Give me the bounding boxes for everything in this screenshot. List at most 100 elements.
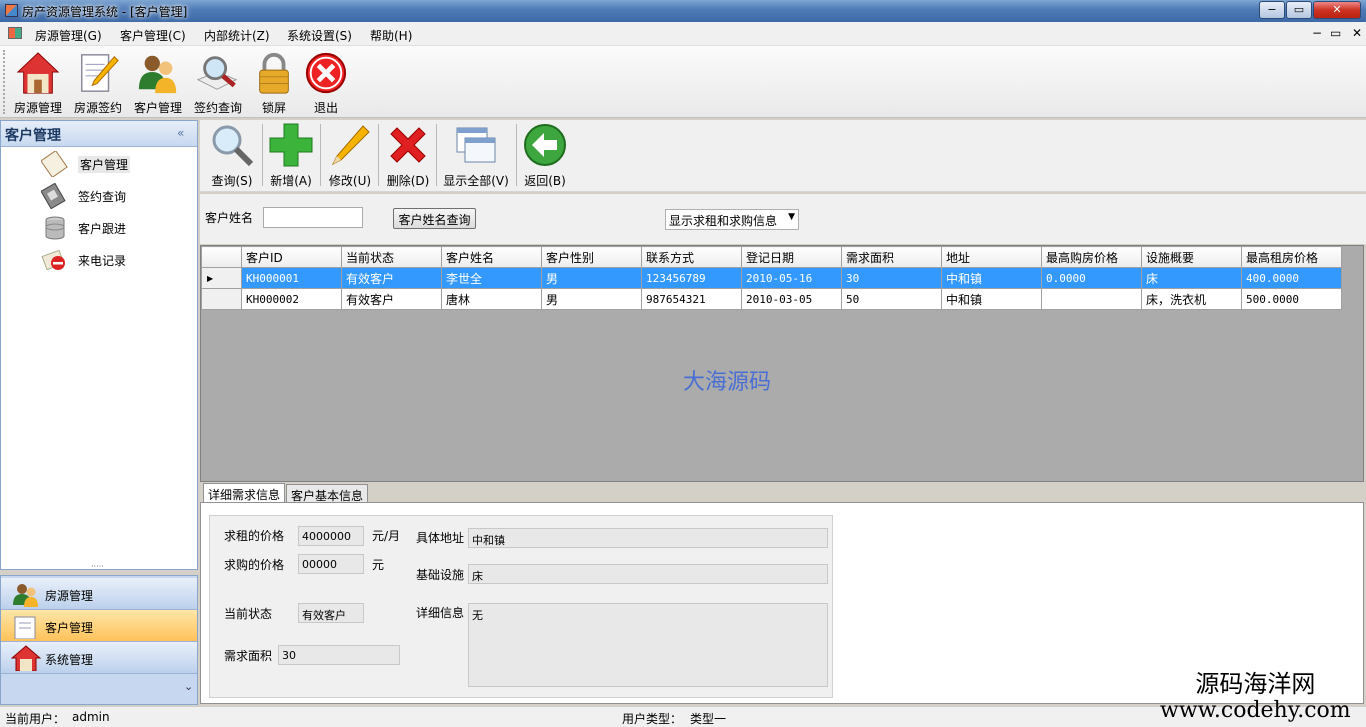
menu-customer[interactable]: 客户管理(C) [120,27,186,44]
collapse-icon[interactable]: « [177,126,184,140]
house-icon [10,645,42,672]
column-header[interactable]: 最高购房价格 [1041,246,1142,268]
splitter-grip[interactable]: ····· [91,563,104,571]
back-button[interactable]: 返回(B) [520,122,570,188]
house-sign-button[interactable]: 房源签约 [70,48,126,116]
table-cell[interactable]: 400.0000 [1241,267,1342,289]
table-cell[interactable]: 中和镇 [941,267,1042,289]
left-item-follow[interactable]: 客户跟进 [41,213,191,243]
column-header[interactable]: 最高租房价格 [1241,246,1342,268]
table-cell[interactable]: 男 [541,267,642,289]
lock-screen-button[interactable]: 锁屏 [246,48,302,116]
table-cell[interactable]: 2010-05-16 [741,267,842,289]
edit-button[interactable]: 修改(U) [324,122,376,188]
left-item-customer[interactable]: 客户管理 [40,149,191,179]
table-cell[interactable]: 30 [841,267,942,289]
mdi-minimize-button[interactable]: − [1312,26,1322,40]
close-button[interactable]: ✕ [1313,1,1361,19]
column-header[interactable]: 客户性别 [541,246,642,268]
left-item-sign-query[interactable]: 签约查询 [40,181,191,211]
table-cell[interactable]: 2010-03-05 [741,288,842,310]
magnifier-icon [208,122,256,168]
show-all-button[interactable]: 显示全部(V) [440,122,512,188]
menu-house[interactable]: 房源管理(G) [35,27,102,44]
customer-manage-button[interactable]: 客户管理 [130,48,186,116]
menu-help[interactable]: 帮助(H) [370,27,412,44]
column-header[interactable]: 客户ID [241,246,342,268]
query-label: 查询(S) [211,174,253,188]
column-header[interactable]: 登记日期 [741,246,842,268]
left-item-calls[interactable]: 来电记录 [41,245,191,275]
table-cell[interactable]: 中和镇 [941,288,1042,310]
table-cell[interactable]: KH000001 [241,267,342,289]
chevron-down-icon: ▼ [788,212,795,222]
filter-select[interactable]: 显示求租和求购信息 ▼ [665,209,799,230]
nav-house[interactable]: 房源管理 [1,578,197,610]
status-field[interactable]: 有效客户 [298,603,364,623]
query-button[interactable]: 查询(S) [208,122,256,188]
search-row: 客户姓名 客户姓名查询 显示求租和求购信息 ▼ [200,194,1366,244]
corner-watermark-title: 源码海洋网 [1195,670,1316,698]
column-header[interactable]: 客户姓名 [441,246,542,268]
table-row[interactable]: ▶ KH000001 有效客户 李世全 男 123456789 2010-05-… [201,267,1342,289]
separator [262,124,263,186]
edit-label: 修改(U) [328,174,372,188]
left-item-label: 签约查询 [78,190,127,204]
table-cell[interactable]: 500.0000 [1241,288,1342,310]
nav-system[interactable]: 系统管理 [1,642,197,674]
buy-price-field[interactable]: 00000 [298,554,364,574]
exit-button[interactable]: 退出 [298,48,354,116]
mdi-restore-button[interactable]: ▭ [1330,26,1341,40]
add-button[interactable]: 新增(A) [266,122,316,188]
table-cell[interactable]: 987654321 [641,288,742,310]
sign-query-label: 签约查询 [193,101,242,115]
table-cell[interactable] [1041,288,1142,310]
customer-name-label: 客户姓名 [205,211,254,225]
menu-settings[interactable]: 系统设置(S) [287,27,352,44]
table-cell[interactable]: 有效客户 [341,267,442,289]
table-cell[interactable]: 床，洗衣机 [1141,288,1242,310]
rent-price-field[interactable]: 4000000 [298,526,364,546]
menu-statistics[interactable]: 内部统计(Z) [204,27,270,44]
table-cell[interactable]: KH000002 [241,288,342,310]
tab-customer-basic[interactable]: 客户基本信息 [286,484,369,503]
row-selected-marker[interactable]: ▶ [201,267,242,289]
nav-label: 客户管理 [45,621,94,635]
left-panel-header: 客户管理 « [1,121,197,147]
column-header[interactable]: 需求面积 [841,246,942,268]
address-label: 具体地址 [416,531,465,545]
maximize-button[interactable]: ▭ [1286,1,1312,19]
mdi-child-icon [8,27,22,39]
row-header[interactable] [201,288,242,310]
delete-button[interactable]: 删除(D) [382,122,434,188]
mdi-close-button[interactable]: ✕ [1352,26,1362,40]
chevron-down-icon[interactable]: ⌄ [184,680,193,693]
table-cell[interactable]: 50 [841,288,942,310]
area-field[interactable]: 30 [278,645,400,665]
table-cell[interactable]: 唐林 [441,288,542,310]
info-field[interactable]: 无 [468,603,828,687]
minimize-button[interactable]: − [1259,1,1285,19]
address-field[interactable]: 中和镇 [468,528,828,548]
nav-customer[interactable]: 客户管理 [1,610,197,642]
column-header[interactable]: 设施概要 [1141,246,1242,268]
table-cell[interactable]: 0.0000 [1041,267,1142,289]
table-cell[interactable]: 123456789 [641,267,742,289]
column-header[interactable]: 联系方式 [641,246,742,268]
sign-query-button[interactable]: 签约查询 [190,48,246,116]
separator [436,124,437,186]
table-cell[interactable]: 床 [1141,267,1242,289]
facility-field[interactable]: 床 [468,564,828,584]
column-header[interactable]: 当前状态 [341,246,442,268]
table-cell[interactable]: 李世全 [441,267,542,289]
customer-name-query-button[interactable]: 客户姓名查询 [393,208,476,229]
table-cell[interactable]: 有效客户 [341,288,442,310]
house-manage-button[interactable]: 房源管理 [10,48,66,116]
customer-name-input[interactable] [263,207,363,228]
table-row[interactable]: KH000002 有效客户 唐林 男 987654321 2010-03-05 … [201,288,1342,310]
nav-stack: 房源管理 客户管理 系统管理 ⌄ [0,575,198,705]
tab-demand-detail[interactable]: 详细需求信息 [203,483,286,504]
column-header[interactable]: 地址 [941,246,1042,268]
user-type-label: 用户类型： [622,712,683,726]
table-cell[interactable]: 男 [541,288,642,310]
